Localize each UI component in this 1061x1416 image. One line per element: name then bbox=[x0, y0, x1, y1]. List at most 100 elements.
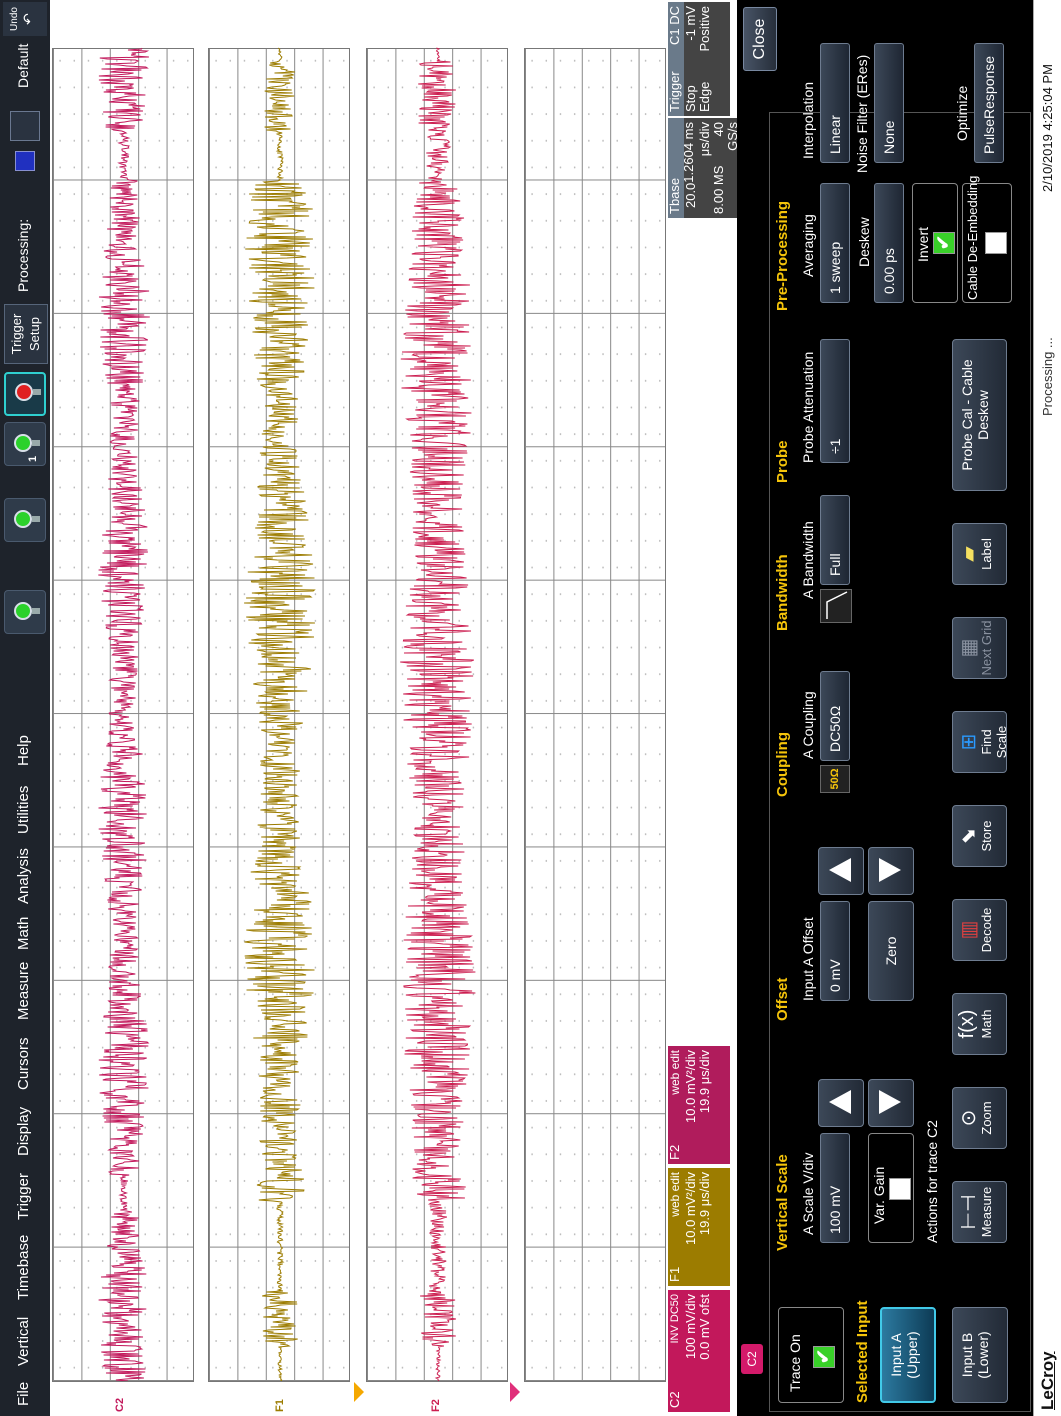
bandwidth-field[interactable]: Full bbox=[820, 495, 850, 585]
zoom-action-button[interactable]: ⊙ Zoom bbox=[952, 1087, 1007, 1149]
f2-info-box[interactable]: F2 web edit 10.0 mV²/div 19.9 μs/div bbox=[667, 1046, 730, 1164]
decode-action-button[interactable]: ▥ Decode bbox=[952, 899, 1007, 961]
close-button[interactable]: Close bbox=[743, 7, 777, 71]
trace-f2-marker: F2 bbox=[430, 1399, 442, 1412]
single-trigger-button[interactable]: 1 bbox=[4, 422, 46, 466]
stop-lamp-icon bbox=[15, 383, 33, 401]
auto-trigger-button[interactable] bbox=[4, 590, 46, 634]
invert-box: Invert bbox=[912, 183, 958, 303]
interpolation-field[interactable]: Linear bbox=[820, 43, 850, 163]
menu-help[interactable]: Help bbox=[15, 735, 32, 766]
brand-logo: LeCroy bbox=[1038, 1351, 1057, 1410]
stop-trigger-button[interactable] bbox=[4, 372, 46, 416]
c2-info-box[interactable]: C2 INV DC50 100 mV/div 0.0 mV ofst bbox=[667, 1290, 730, 1412]
menu-trigger[interactable]: Trigger bbox=[15, 1173, 32, 1220]
label-action-button[interactable]: ▰ Label bbox=[952, 523, 1007, 585]
trace-f1-waveform bbox=[244, 47, 316, 1381]
default-label: Default bbox=[15, 43, 31, 88]
measure-action-button[interactable]: ⊢⊣ Measure bbox=[952, 1181, 1007, 1243]
tab-c2[interactable]: C2 bbox=[741, 1344, 763, 1374]
datetime-label: 2/10/2019 4:25:04 PM bbox=[1040, 64, 1055, 192]
trace-f2-waveform bbox=[400, 47, 476, 1381]
menu-bar: File Vertical Timebase Trigger Display C… bbox=[0, 0, 50, 1416]
zoom-icon: ⊙ bbox=[958, 1109, 980, 1127]
menu-display[interactable]: Display bbox=[15, 1107, 32, 1156]
menu-measure[interactable]: Measure bbox=[15, 962, 32, 1020]
grid-f2 bbox=[366, 47, 508, 1382]
grid-f1 bbox=[208, 47, 350, 1382]
coupling-title: Coupling bbox=[774, 732, 791, 797]
status-bar: LeCroy Processing ... 2/10/2019 4:25:04 … bbox=[1033, 0, 1061, 1416]
optimize-field[interactable]: PulseResponse bbox=[974, 43, 1004, 163]
trace-on-checkbox[interactable] bbox=[813, 1346, 835, 1368]
input-a-button[interactable]: Input A (Upper) bbox=[880, 1307, 936, 1403]
f1-info-box[interactable]: F1 web edit 10.0 mV²/div 19.9 μs/div bbox=[667, 1168, 730, 1286]
processing-arrow-button[interactable] bbox=[10, 111, 40, 141]
menu-math[interactable]: Math bbox=[15, 917, 32, 950]
grid-c2 bbox=[52, 47, 194, 1382]
scale-field[interactable]: 100 mV bbox=[820, 1133, 850, 1243]
channel-setup-panel: C2 Close Trace On Selected Input Input A… bbox=[737, 0, 1033, 1416]
averaging-field[interactable]: 1 sweep bbox=[820, 183, 850, 303]
trigger-info-box[interactable]: Trigger C1 DC Stop -1 mV Edge Positive bbox=[667, 2, 730, 116]
coupling-field[interactable]: DC50Ω bbox=[820, 671, 850, 761]
scale-up-button[interactable] bbox=[818, 1079, 864, 1127]
math-action-button[interactable]: f(x) Math bbox=[952, 993, 1007, 1055]
down-arrow-icon bbox=[879, 858, 901, 882]
auto-lamp-icon bbox=[14, 602, 32, 620]
f2-ground-marker bbox=[510, 1382, 520, 1402]
normal-lamp-icon bbox=[14, 510, 32, 528]
cable-deembedding-checkbox[interactable] bbox=[985, 232, 1007, 254]
offset-up-button[interactable] bbox=[818, 847, 864, 895]
find-scale-icon: ⊞ bbox=[958, 733, 980, 751]
deskew-field[interactable]: 0.00 ps bbox=[874, 183, 904, 303]
scope-screen: File Vertical Timebase Trigger Display C… bbox=[0, 0, 1061, 1416]
down-arrow-icon bbox=[879, 1090, 901, 1114]
vertical-scale-title: Vertical Scale bbox=[774, 1154, 791, 1251]
zero-button[interactable]: Zero bbox=[868, 901, 914, 1001]
menu-cursors[interactable]: Cursors bbox=[15, 1037, 32, 1090]
store-action-button[interactable]: ⬊ Store bbox=[952, 805, 1007, 867]
noise-filter-field[interactable]: None bbox=[874, 43, 904, 163]
invert-checkbox[interactable] bbox=[933, 232, 955, 254]
probe-cal-button[interactable]: Probe Cal - Cable Deskew bbox=[952, 339, 1007, 491]
menu-file[interactable]: File bbox=[15, 1382, 32, 1406]
single-lamp-icon bbox=[14, 434, 32, 452]
trace-on-box: Trace On bbox=[778, 1307, 844, 1403]
next-grid-icon: ▦ bbox=[958, 638, 980, 658]
menu-analysis[interactable]: Analysis bbox=[15, 848, 32, 904]
timebase-info-box[interactable]: Tbase 1.2604 ms 20.0 μs/div 8.00 MS 40 GS/… bbox=[667, 118, 740, 218]
next-grid-action-button[interactable]: ▦ Next Grid bbox=[952, 617, 1007, 679]
var-gain-box: Var. Gain bbox=[868, 1133, 914, 1243]
trace-f1-marker: F1 bbox=[274, 1399, 286, 1412]
undo-button[interactable]: Undo ↶ bbox=[3, 2, 47, 36]
trace-c2-waveform bbox=[98, 47, 150, 1381]
up-arrow-icon bbox=[829, 858, 851, 882]
label-icon: ▰ bbox=[958, 546, 980, 562]
undo-icon: ↶ bbox=[20, 13, 36, 25]
measure-icon: ⊢⊣ bbox=[958, 1194, 980, 1230]
processing-status: Processing ... bbox=[1040, 337, 1055, 416]
normal-trigger-button[interactable] bbox=[4, 498, 46, 542]
input-b-button[interactable]: Input B (Lower) bbox=[952, 1307, 1008, 1403]
offset-title: Offset bbox=[774, 977, 791, 1021]
offset-field[interactable]: 0 mV bbox=[820, 901, 850, 1001]
menu-utilities[interactable]: Utilities bbox=[15, 786, 32, 834]
cable-deembedding-box: Cable De-Embedding bbox=[962, 176, 1012, 303]
processing-label: Processing: bbox=[15, 218, 31, 292]
actions-title: Actions for trace C2 bbox=[924, 1120, 940, 1243]
coupling-icon: 50Ω bbox=[820, 765, 850, 793]
scale-down-button[interactable] bbox=[868, 1079, 914, 1127]
trace-c2-marker: C2 bbox=[114, 1397, 126, 1412]
find-scale-action-button[interactable]: ⊞ Find Scale bbox=[952, 711, 1009, 773]
menu-vertical[interactable]: Vertical bbox=[15, 1317, 32, 1366]
store-icon: ⬊ bbox=[958, 827, 980, 845]
offset-down-button[interactable] bbox=[868, 847, 914, 895]
probe-title: Probe bbox=[774, 440, 791, 483]
probe-attenuation-field[interactable]: ÷1 bbox=[820, 339, 850, 463]
var-gain-checkbox[interactable] bbox=[889, 1178, 911, 1200]
trigger-setup-button[interactable]: Trigger Setup bbox=[4, 304, 48, 364]
preprocessing-title: Pre-Processing bbox=[774, 200, 791, 311]
math-icon: f(x) bbox=[956, 1009, 978, 1039]
menu-timebase[interactable]: Timebase bbox=[15, 1235, 32, 1300]
